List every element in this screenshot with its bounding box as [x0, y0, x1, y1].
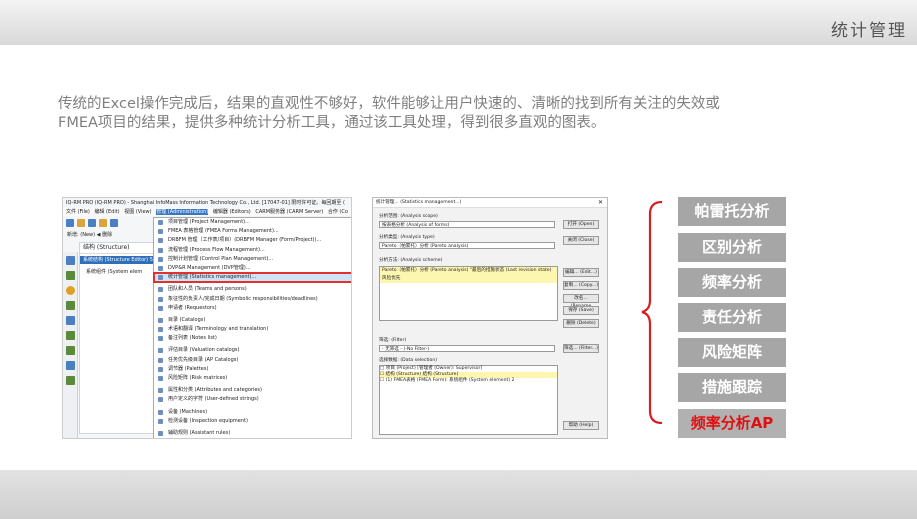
menu-item-symbolic-responsibilities[interactable]: 象征性的负责人/完成日期 (Symbolic responsibilities/… — [154, 295, 351, 304]
filter-dropdown[interactable]: - 无筛选 - (-No Filter-) — [379, 345, 555, 352]
menu-cooperation[interactable]: 合作 (Co — [328, 209, 348, 215]
page-title: 统计管理 — [831, 21, 907, 41]
close-button[interactable]: 关闭 (Close) — [563, 236, 599, 245]
menu-item-requestors[interactable]: 申请者 (Requestors) — [154, 304, 351, 313]
list-icon[interactable] — [65, 361, 75, 370]
app-screenshot: IQ-RM PRO (IQ-RM PRO) - Shanghai InfoMas… — [62, 197, 352, 439]
structure-icon[interactable] — [65, 256, 75, 265]
menu-item-machines[interactable]: 设备 (Machines) — [154, 408, 351, 417]
rename-button[interactable]: 改名... (Rename — [563, 294, 599, 309]
feature-difference-analysis[interactable]: 区别分析 — [678, 233, 786, 262]
scheme-list-item[interactable]: Pareto（帕累托）分析 (Pareto analysis) "最后的措施状态… — [380, 267, 557, 283]
menu-item-process-flow[interactable]: 流程管理 (Process Flow Management)... — [154, 246, 351, 255]
menu-item-project-management[interactable]: 项目管理 (Project Management)... — [154, 218, 351, 227]
menu-file[interactable]: 文件 (File) — [66, 209, 90, 215]
close-icon[interactable]: ✕ — [598, 199, 603, 206]
menu-item-ap-catalogs[interactable]: 任务优先级目录 (AP Catalogs) — [154, 356, 351, 365]
tree-icon[interactable] — [65, 301, 75, 310]
scope-dropdown[interactable]: 按表格分析 (Analysis of forms) — [379, 221, 555, 228]
print-icon[interactable] — [110, 219, 118, 227]
feature-responsibility-analysis[interactable]: 责任分析 — [678, 303, 786, 332]
feature-risk-matrix[interactable]: 风险矩阵 — [678, 338, 786, 367]
form-icon[interactable] — [65, 316, 75, 325]
settings-icon[interactable] — [65, 376, 75, 385]
open-folder-icon[interactable] — [77, 219, 85, 227]
menu-item-assistant-rules[interactable]: 辅助规则 (Assistant rules) — [154, 429, 351, 438]
open-button[interactable]: 打开 (Open) — [563, 220, 599, 229]
new-icon[interactable] — [66, 219, 74, 227]
tree-node-fmea-form[interactable]: ☐ (1) FMEA表格 (FMEA Form): 系统组件 (System e… — [380, 378, 557, 384]
network-icon[interactable] — [65, 331, 75, 340]
menu-item-catalogs[interactable]: 目录 (Catalogs) — [154, 316, 351, 325]
menu-carm-server[interactable]: CARM服务器 (CARM Server) — [255, 209, 323, 215]
header-bar: 统计管理 — [0, 0, 917, 45]
lock-icon[interactable] — [99, 219, 107, 227]
feature-frequency-analysis[interactable]: 频率分析 — [678, 268, 786, 297]
scope-label: 分析范围: (Analysis scope) — [379, 214, 438, 219]
menu-item-terminology[interactable]: 术语和翻译 (Terminology and translation) — [154, 325, 351, 334]
menu-item-attributes[interactable]: 属性和分类 (Attributes and categories) — [154, 386, 351, 395]
administration-menu: 项目管理 (Project Management)... FMEA 表格管理 (… — [153, 217, 351, 438]
menu-item-teams-persons[interactable]: 团队和人员 (Teams and persons) — [154, 285, 351, 294]
type-label: 分析类型: (Analysis type) — [379, 235, 435, 240]
menu-edit[interactable]: 编辑 (Edit) — [94, 209, 119, 215]
feature-action-tracking[interactable]: 措施跟踪 — [678, 373, 786, 402]
menu-view[interactable]: 视图 (View) — [124, 209, 151, 215]
selection-label: 选择数据: (Data selection) — [379, 358, 438, 363]
save-icon[interactable] — [88, 219, 96, 227]
menu-item-palettes[interactable]: 调节器 (Palettes) — [154, 365, 351, 374]
feature-frequency-analysis-ap[interactable]: 频率分析AP — [678, 409, 786, 438]
help-icon[interactable] — [65, 286, 75, 295]
menu-item-statistics-management[interactable]: 统计管理 (Statistics management)... — [153, 272, 351, 284]
delete-button[interactable]: 删除 (Delete) — [563, 319, 599, 328]
menu-item-control-plan[interactable]: 控制计划管理 (Control Plan Management)... — [154, 255, 351, 264]
menu-administration[interactable]: 管理 (Administration) — [156, 209, 209, 215]
scheme-list: Pareto（帕累托）分析 (Pareto analysis) "最后的措施状态… — [379, 266, 558, 321]
app-sidebar — [63, 252, 78, 438]
menu-item-valuation-catalogs[interactable]: 评估目录 (Valuation catalogs) — [154, 346, 351, 355]
data-selection-tree: □ 项目 (Project) [管理者 (Owner): Supervisor]… — [379, 365, 558, 435]
menu-item-fmea-forms[interactable]: FMEA 表格管理 (FMEA Forms Management)... — [154, 227, 351, 236]
app-menubar: 文件 (File) 编辑 (Edit) 视图 (View) 管理 (Admini… — [63, 208, 351, 216]
intro-text: 传统的Excel操作完成后，结果的直观性不够好，软件能够让用户快速的、清晰的找到… — [58, 95, 878, 133]
chart-icon[interactable] — [65, 346, 75, 355]
menu-item-dvpr[interactable]: DVP&R Management (DVP管理)... — [154, 264, 351, 273]
footer-bar — [0, 470, 917, 519]
type-dropdown[interactable]: Pareto（帕累托）分析 (Pareto analysis) — [379, 242, 555, 249]
menu-item-drbfm-manager[interactable]: DRBFM 管理（工作表/项目）(DRBFM Manager (Form/Pro… — [154, 236, 351, 245]
menu-item-notes-list[interactable]: 备注列表 (Notes list) — [154, 334, 351, 343]
feature-pareto-analysis[interactable]: 帕雷托分析 — [678, 197, 786, 226]
edit-button[interactable]: 编辑... (Edit...) — [563, 268, 599, 277]
function-icon[interactable] — [65, 271, 75, 280]
bracket-decoration — [641, 200, 663, 425]
menu-item-risk-matrices[interactable]: 风险矩阵 (Risk matrices) — [154, 374, 351, 383]
menu-item-user-strings[interactable]: 用户定义的字符 (User-defined strings) — [154, 395, 351, 404]
app-window-title: IQ-RM PRO (IQ-RM PRO) - Shanghai InfoMas… — [66, 200, 345, 206]
menu-item-inspection-equipment[interactable]: 检测设备 (Inspection equipment) — [154, 417, 351, 426]
copy-button[interactable]: 复制... (Copy...) — [563, 281, 599, 290]
filter-label: 筛选: (Filter) — [379, 338, 407, 343]
scheme-label: 分析方法: (Analysis scheme) — [379, 258, 443, 263]
intro-line-2: FMEA项目的结果，提供多种统计分析工具，通过该工具处理，得到很多直观的图表。 — [58, 115, 606, 131]
filter-button[interactable]: 筛选... (Filter...) — [563, 344, 599, 353]
help-button[interactable]: 帮助 (Help) — [563, 421, 599, 430]
statistics-dialog: 统计管理... (Statistics management...) ✕ 分析范… — [372, 197, 608, 439]
save-button[interactable]: 保存 (Save) — [563, 306, 599, 315]
dialog-title: 统计管理... (Statistics management...) — [373, 198, 607, 208]
menu-editors[interactable]: 编辑器 (Editors) — [213, 209, 251, 215]
intro-line-1: 传统的Excel操作完成后，结果的直观性不够好，软件能够让用户快速的、清晰的找到… — [58, 96, 720, 112]
